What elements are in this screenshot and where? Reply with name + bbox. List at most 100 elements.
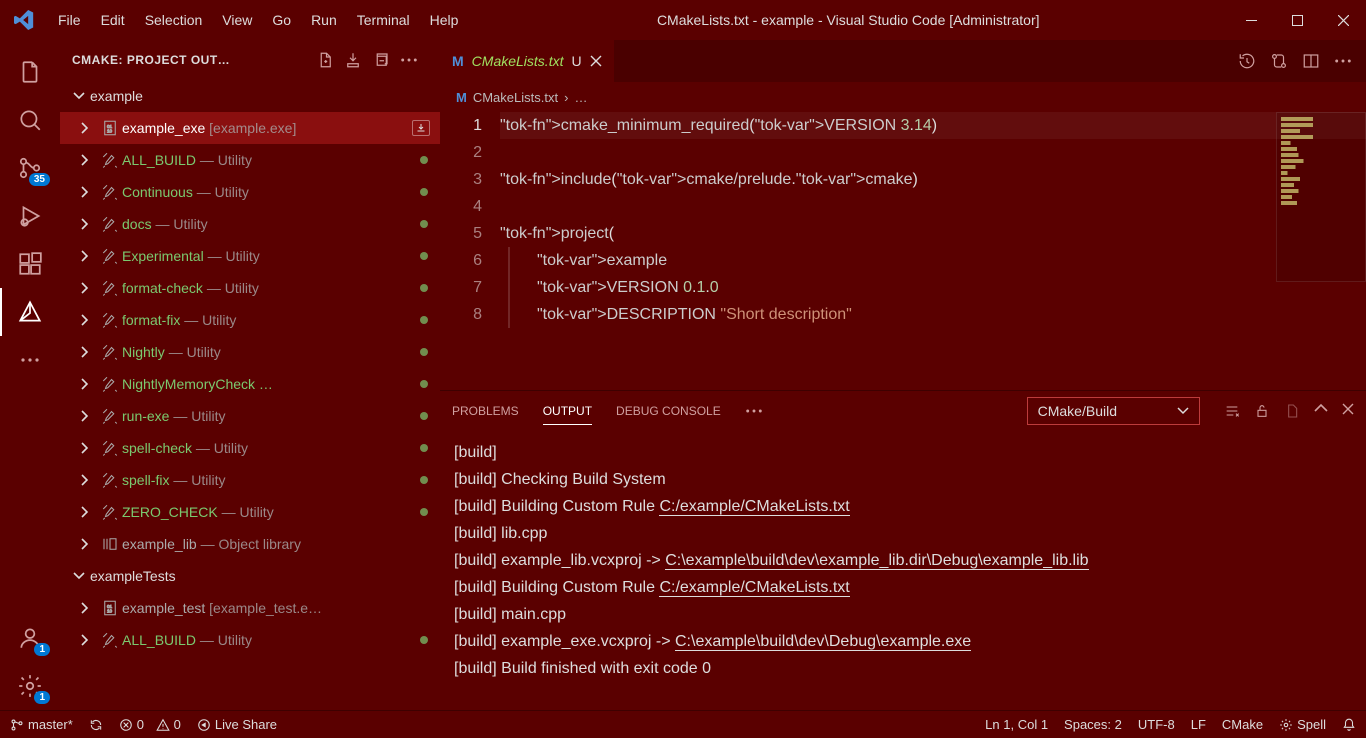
new-file-icon[interactable] — [316, 51, 344, 69]
maximize-button[interactable] — [1274, 0, 1320, 40]
chevron-right-icon — [80, 601, 98, 615]
target-icon — [98, 311, 122, 329]
chevron-right-icon — [80, 505, 98, 519]
lang-item[interactable]: CMake — [1222, 717, 1263, 732]
menu-view[interactable]: View — [212, 12, 262, 28]
panel-close-icon[interactable] — [1342, 403, 1354, 419]
breadcrumb-rest: … — [574, 90, 587, 105]
modified-dot-icon — [420, 636, 428, 644]
settings-badge: 1 — [34, 691, 50, 704]
output-channel-select[interactable]: CMake/Build — [1027, 397, 1200, 425]
modified-dot-icon — [420, 476, 428, 484]
panel-tab-output[interactable]: OUTPUT — [543, 398, 592, 425]
spaces-item[interactable]: Spaces: 2 — [1064, 717, 1122, 732]
tree-item-experimental[interactable]: Experimental — Utility — [60, 240, 440, 272]
menu-terminal[interactable]: Terminal — [347, 12, 420, 28]
editor-actions — [1224, 40, 1366, 82]
more-activity-icon[interactable] — [6, 336, 54, 384]
menu-run[interactable]: Run — [301, 12, 347, 28]
target-icon — [98, 375, 122, 393]
menu-help[interactable]: Help — [420, 12, 469, 28]
svg-text:10: 10 — [107, 129, 113, 134]
tree-item-continuous[interactable]: Continuous — Utility — [60, 176, 440, 208]
liveshare-item[interactable]: Live Share — [197, 717, 277, 732]
run-debug-icon[interactable] — [6, 192, 54, 240]
panel-tab-problems[interactable]: PROBLEMS — [452, 398, 519, 424]
modified-dot-icon — [420, 156, 428, 164]
cmake-icon[interactable] — [6, 288, 54, 336]
open-log-icon[interactable] — [1284, 403, 1300, 419]
tree-item-example-lib[interactable]: example_lib — Object library — [60, 528, 440, 560]
tab-modified-badge: U — [571, 53, 581, 69]
tree-item-all-build[interactable]: ALL_BUILD — Utility — [60, 144, 440, 176]
encoding-item[interactable]: UTF-8 — [1138, 717, 1175, 732]
explorer-icon[interactable] — [6, 48, 54, 96]
close-button[interactable] — [1320, 0, 1366, 40]
code-area[interactable]: 12345678 "tok-fn">cmake_minimum_required… — [440, 112, 1366, 390]
more-actions-icon[interactable] — [400, 57, 428, 63]
tab-cmakelists[interactable]: M CMakeLists.txt U — [440, 40, 614, 82]
timeline-icon[interactable] — [1238, 52, 1256, 70]
tree-item-run-exe[interactable]: run-exe — Utility — [60, 400, 440, 432]
eol-item[interactable]: LF — [1191, 717, 1206, 732]
gutter: 12345678 — [440, 112, 500, 390]
panel-maximize-icon[interactable] — [1314, 403, 1328, 419]
tree-item-label: example_test [example_test.e… — [122, 600, 440, 616]
branch-item[interactable]: master* — [10, 717, 73, 732]
problems-item[interactable]: 0 0 — [119, 717, 181, 732]
spell-item[interactable]: Spell — [1279, 717, 1326, 732]
sidebar-title: CMAKE: PROJECT OUT… — [72, 53, 316, 67]
cursor-pos-item[interactable]: Ln 1, Col 1 — [985, 717, 1048, 732]
more-editor-icon[interactable] — [1334, 58, 1352, 64]
breadcrumb[interactable]: M CMakeLists.txt › … — [440, 82, 1366, 112]
tree-item-example-test[interactable]: 0110example_test [example_test.e… — [60, 592, 440, 624]
tree-item-format-check[interactable]: format-check — Utility — [60, 272, 440, 304]
menu-selection[interactable]: Selection — [135, 12, 213, 28]
tree-item-label: example_lib — Object library — [122, 536, 440, 552]
panel-more-icon[interactable] — [745, 408, 763, 414]
collapse-all-icon[interactable] — [372, 51, 400, 69]
split-editor-icon[interactable] — [1302, 52, 1320, 70]
settings-icon[interactable]: 1 — [6, 662, 54, 710]
modified-dot-icon — [420, 444, 428, 452]
tree-item-nightly[interactable]: Nightly — Utility — [60, 336, 440, 368]
minimap[interactable] — [1276, 112, 1366, 282]
tree-item-zero-check[interactable]: ZERO_CHECK — Utility — [60, 496, 440, 528]
account-icon[interactable]: 1 — [6, 614, 54, 662]
lock-scroll-icon[interactable] — [1254, 403, 1270, 419]
chevron-right-icon — [80, 217, 98, 231]
tree-item-format-fix[interactable]: format-fix — Utility — [60, 304, 440, 336]
sync-item[interactable] — [89, 718, 103, 732]
chevron-right-icon — [80, 281, 98, 295]
source-control-icon[interactable]: 35 — [6, 144, 54, 192]
output-line: [build] example_exe.vcxproj -> C:\exampl… — [454, 628, 1352, 655]
output-content[interactable]: [build] [build] Checking Build System[bu… — [440, 431, 1366, 710]
minimize-button[interactable] — [1228, 0, 1274, 40]
chevron-right-icon — [80, 441, 98, 455]
tree-item-spell-fix[interactable]: spell-fix — Utility — [60, 464, 440, 496]
output-line: [build] lib.cpp — [454, 520, 1352, 547]
target-icon — [98, 247, 122, 265]
build-target-icon[interactable] — [412, 120, 430, 136]
tab-close-icon[interactable] — [590, 55, 602, 67]
menu-file[interactable]: File — [48, 12, 91, 28]
panel-tab-debug-console[interactable]: DEBUG CONSOLE — [616, 398, 721, 424]
tree-item-nightlymemorycheck-[interactable]: NightlyMemoryCheck … — [60, 368, 440, 400]
code-lines[interactable]: "tok-fn">cmake_minimum_required("tok-var… — [500, 112, 1366, 390]
clear-output-icon[interactable] — [1224, 403, 1240, 419]
tree-item-example-exe[interactable]: 0110example_exe [example.exe] — [60, 112, 440, 144]
search-icon[interactable] — [6, 96, 54, 144]
menu-edit[interactable]: Edit — [91, 12, 135, 28]
chevron-right-icon — [80, 345, 98, 359]
tree-item-spell-check[interactable]: spell-check — Utility — [60, 432, 440, 464]
extensions-icon[interactable] — [6, 240, 54, 288]
diff-icon[interactable] — [1270, 52, 1288, 70]
tree-root-example[interactable]: example — [60, 80, 440, 112]
chevron-right-icon — [80, 409, 98, 423]
tree-root-exampletests[interactable]: exampleTests — [60, 560, 440, 592]
tree-item-all-build[interactable]: ALL_BUILD — Utility — [60, 624, 440, 656]
tree-item-docs[interactable]: docs — Utility — [60, 208, 440, 240]
notifications-item[interactable] — [1342, 718, 1356, 732]
menu-go[interactable]: Go — [262, 12, 301, 28]
build-all-icon[interactable] — [344, 51, 372, 69]
